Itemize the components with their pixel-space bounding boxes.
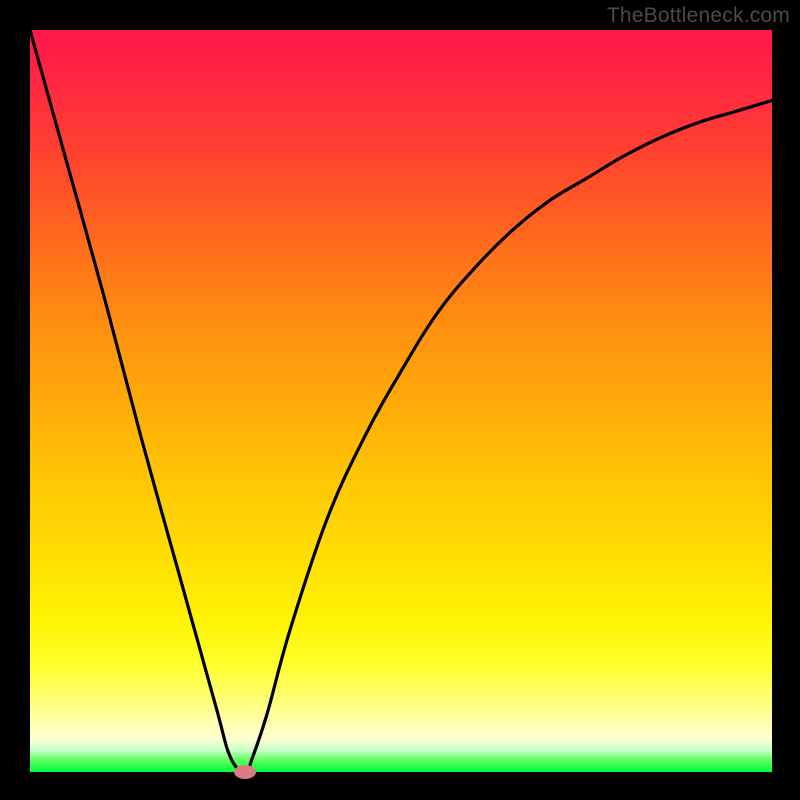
plot-area bbox=[30, 30, 772, 772]
attribution-label: TheBottleneck.com bbox=[607, 4, 790, 28]
bottleneck-marker bbox=[234, 765, 256, 779]
curve-svg bbox=[30, 30, 772, 772]
bottleneck-curve bbox=[30, 30, 772, 772]
chart-frame: TheBottleneck.com bbox=[0, 0, 800, 800]
